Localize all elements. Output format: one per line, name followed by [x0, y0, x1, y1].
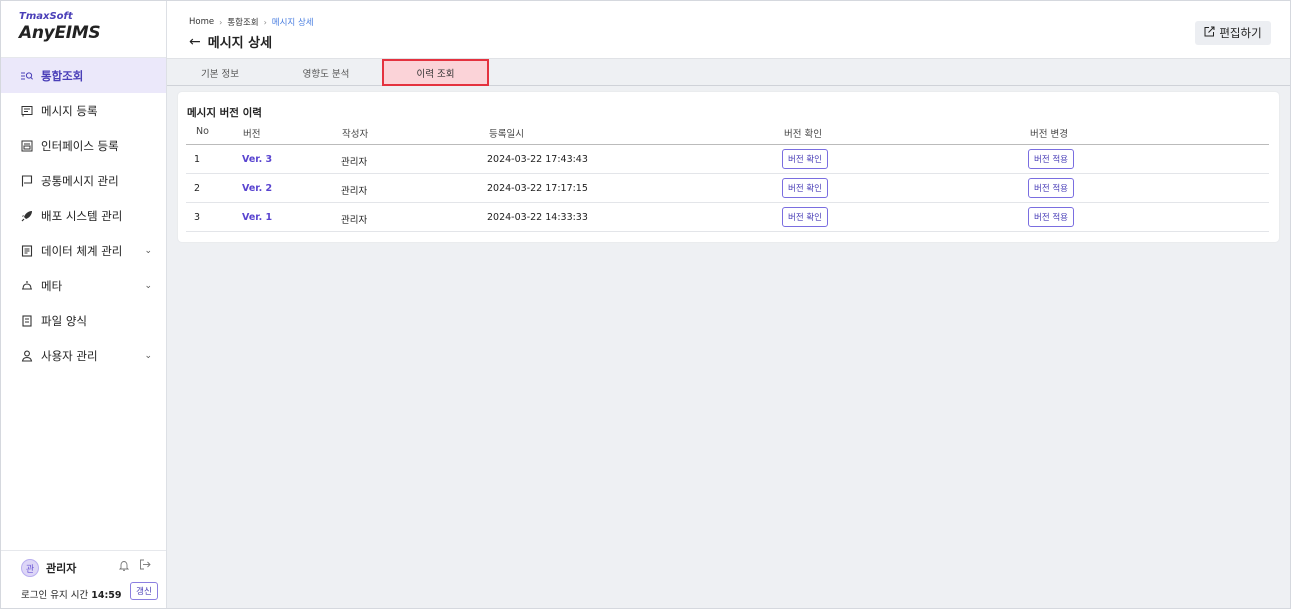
cell-no: 2	[194, 183, 201, 194]
sidebar: TmaxSoft AnyEIMS 통합조회 메시지 등록 인터페이스 등록 공통…	[1, 1, 167, 608]
meta-icon	[20, 279, 34, 293]
sidebar-item-meta[interactable]: 메타 ⌄	[1, 268, 166, 303]
search-list-icon	[20, 69, 34, 83]
sidebar-item-deploy-system[interactable]: 배포 시스템 관리	[1, 198, 166, 233]
session-time: 14:59	[91, 590, 122, 601]
breadcrumb-home[interactable]: Home	[189, 17, 214, 27]
sidebar-item-data-system[interactable]: 데이터 체계 관리 ⌄	[1, 233, 166, 268]
tab-basic-info[interactable]: 기본 정보	[167, 59, 273, 86]
sidebar-item-label: 공통메시지 관리	[41, 173, 119, 188]
back-arrow-icon[interactable]: ←	[189, 34, 201, 50]
sidebar-item-file-format[interactable]: 파일 양식	[1, 303, 166, 338]
edit-icon	[1204, 26, 1215, 40]
breadcrumb: Home › 통합조회 › 메시지 상세	[189, 16, 314, 28]
detail-tabs: 기본 정보 영향도 분석 이력 조회	[167, 59, 1290, 86]
column-header-version: 버전	[243, 129, 261, 140]
version-check-button[interactable]: 버전 확인	[782, 149, 828, 169]
column-header-no: No	[196, 126, 209, 137]
sidebar-item-label: 인터페이스 등록	[41, 138, 119, 153]
bell-icon[interactable]	[118, 560, 130, 574]
column-header-registered: 등록일시	[489, 129, 524, 140]
version-history-card: 메시지 버전 이력 No 버전 작성자 등록일시 버전 확인 버전 변경 1 V…	[178, 92, 1279, 242]
tab-impact-analysis[interactable]: 영향도 분석	[273, 59, 379, 86]
refresh-button[interactable]: 갱신	[130, 582, 158, 600]
card-title: 메시지 버전 이력	[187, 107, 262, 119]
sidebar-item-label: 배포 시스템 관리	[41, 208, 123, 223]
sidebar-item-user-management[interactable]: 사용자 관리 ⌄	[1, 338, 166, 373]
chevron-right-icon: ›	[219, 17, 223, 27]
sidebar-item-label: 메시지 등록	[41, 103, 98, 118]
column-header-version-check: 버전 확인	[784, 129, 822, 140]
column-header-version-change: 버전 변경	[1030, 129, 1068, 140]
sidebar-item-label: 메타	[41, 278, 63, 293]
cell-registered: 2024-03-22 14:33:33	[487, 212, 588, 223]
file-icon	[20, 314, 34, 328]
session-label: 로그인 유지 시간	[21, 590, 89, 601]
sidebar-item-label: 파일 양식	[41, 313, 87, 328]
edit-button[interactable]: 편집하기	[1195, 21, 1271, 45]
chevron-right-icon: ›	[263, 17, 267, 27]
page-title: 메시지 상세	[207, 36, 273, 51]
sidebar-item-integrated-search[interactable]: 통합조회	[1, 58, 166, 93]
breadcrumb-current: 메시지 상세	[271, 18, 314, 28]
interface-icon	[20, 139, 34, 153]
cell-author: 관리자	[341, 215, 368, 226]
app-window: TmaxSoft AnyEIMS 통합조회 메시지 등록 인터페이스 등록 공통…	[0, 0, 1291, 609]
logo-company: TmaxSoft	[19, 11, 73, 22]
sidebar-item-message-register[interactable]: 메시지 등록	[1, 93, 166, 128]
user-name: 관리자	[46, 562, 77, 575]
page-header: Home › 통합조회 › 메시지 상세 ← 메시지 상세 편집하기	[167, 1, 1290, 59]
version-apply-button[interactable]: 버전 적용	[1028, 178, 1074, 198]
table-row: 1 Ver. 3 관리자 2024-03-22 17:43:43 버전 확인 버…	[186, 145, 1269, 174]
table-row: 3 Ver. 1 관리자 2024-03-22 14:33:33 버전 확인 버…	[186, 203, 1269, 232]
version-apply-button[interactable]: 버전 적용	[1028, 207, 1074, 227]
cell-author: 관리자	[341, 186, 368, 197]
sidebar-item-label: 사용자 관리	[41, 348, 98, 363]
cell-registered: 2024-03-22 17:43:43	[487, 154, 588, 165]
chevron-down-icon[interactable]: ⌄	[144, 281, 152, 291]
document-icon	[20, 244, 34, 258]
version-apply-button[interactable]: 버전 적용	[1028, 149, 1074, 169]
version-link[interactable]: Ver. 3	[242, 154, 272, 165]
version-link[interactable]: Ver. 1	[242, 212, 272, 223]
rocket-icon	[20, 209, 34, 223]
flag-icon	[20, 174, 34, 188]
logo[interactable]: TmaxSoft AnyEIMS	[1, 1, 166, 58]
sidebar-item-interface-register[interactable]: 인터페이스 등록	[1, 128, 166, 163]
cell-registered: 2024-03-22 17:17:15	[487, 183, 588, 194]
version-check-button[interactable]: 버전 확인	[782, 178, 828, 198]
tab-history[interactable]: 이력 조회	[382, 59, 489, 86]
cell-no: 3	[194, 212, 201, 223]
sidebar-item-common-message[interactable]: 공통메시지 관리	[1, 163, 166, 198]
chevron-down-icon[interactable]: ⌄	[144, 351, 152, 361]
cell-author: 관리자	[341, 157, 368, 168]
avatar: 관	[21, 559, 39, 577]
edit-button-label: 편집하기	[1219, 26, 1262, 40]
chevron-down-icon[interactable]: ⌄	[144, 246, 152, 256]
user-info: 관 관리자	[21, 559, 76, 577]
breadcrumb-integrated-search[interactable]: 통합조회	[227, 16, 258, 28]
cell-no: 1	[194, 154, 201, 165]
sidebar-item-label: 통합조회	[41, 68, 84, 83]
logo-product: AnyEIMS	[19, 23, 101, 43]
page-title-row: ← 메시지 상세	[189, 32, 273, 52]
table-row: 2 Ver. 2 관리자 2024-03-22 17:17:15 버전 확인 버…	[186, 174, 1269, 203]
session-timer: 로그인 유지 시간 14:59	[21, 587, 122, 601]
column-header-author: 작성자	[342, 129, 369, 140]
message-icon	[20, 104, 34, 118]
sidebar-footer: 관 관리자 로그인 유지 시간 14:59 갱신	[1, 550, 166, 608]
sidebar-item-label: 데이터 체계 관리	[41, 243, 123, 258]
user-icon	[20, 349, 34, 363]
logout-icon[interactable]	[139, 559, 151, 573]
version-check-button[interactable]: 버전 확인	[782, 207, 828, 227]
version-link[interactable]: Ver. 2	[242, 183, 272, 194]
sidebar-nav: 통합조회 메시지 등록 인터페이스 등록 공통메시지 관리 배포 시스템 관리 …	[1, 58, 166, 373]
